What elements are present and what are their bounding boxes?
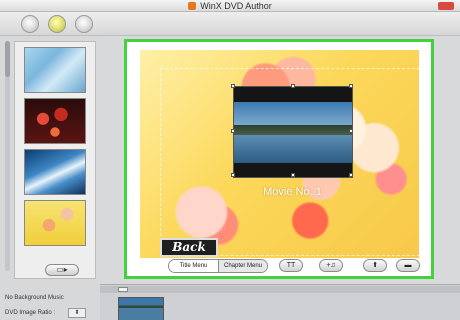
- timeline-slider[interactable]: [118, 287, 128, 292]
- add-music-button[interactable]: +♫: [319, 259, 343, 272]
- top-toolbar: [0, 12, 460, 36]
- thumbnail-background-yellow-flowers[interactable]: [24, 200, 86, 246]
- close-button[interactable]: [438, 2, 454, 10]
- resize-handle[interactable]: [349, 173, 353, 177]
- up-arrow-button[interactable]: ⬆: [363, 259, 387, 272]
- thumbnail-panel: ▭▸: [14, 41, 96, 279]
- round-button-3[interactable]: [75, 15, 93, 33]
- resize-handle[interactable]: [231, 84, 235, 88]
- resize-handle[interactable]: [291, 173, 295, 177]
- window-title-text: WinX DVD Author: [200, 1, 272, 11]
- resize-handle[interactable]: [231, 129, 235, 133]
- video-water: [234, 135, 352, 163]
- resize-handle[interactable]: [291, 84, 295, 88]
- movie-title-text[interactable]: Movie No. 1: [140, 186, 445, 198]
- video-preview[interactable]: [231, 84, 353, 178]
- menu-tab-group: Title Menu Chapter Menu: [168, 259, 268, 273]
- thumbnail-background-light-blue[interactable]: [24, 47, 86, 93]
- add-background-button[interactable]: ▭▸: [45, 264, 79, 276]
- app-icon: [188, 2, 197, 10]
- image-ratio-stepper[interactable]: ⬍: [68, 308, 86, 318]
- window-title: WinX DVD Author: [0, 0, 460, 12]
- background-music-label: No Background Music: [5, 295, 64, 301]
- thumbnail-background-blue-abstract[interactable]: [24, 149, 86, 195]
- title-bar: WinX DVD Author: [0, 0, 460, 12]
- thumbnail-background-red-flowers[interactable]: [24, 98, 86, 144]
- video-hills: [234, 125, 352, 135]
- tab-title-menu[interactable]: Title Menu: [169, 260, 219, 272]
- sidebar: ▭▸ No Background Music DVD Image Ratio :…: [0, 37, 102, 320]
- resize-handle[interactable]: [349, 84, 353, 88]
- timeline-panel: [100, 284, 460, 320]
- round-button-1[interactable]: [21, 15, 39, 33]
- back-button[interactable]: Back: [160, 238, 218, 257]
- sidebar-scrollbar-thumb[interactable]: [5, 41, 10, 77]
- image-ratio-label: DVD Image Ratio :: [5, 310, 56, 316]
- resize-handle[interactable]: [231, 173, 235, 177]
- menu-background: Movie No. 1 Back: [140, 50, 425, 258]
- menu-toolbar: Title Menu Chapter Menu TT +♫ ⬆ ▬: [141, 259, 420, 274]
- round-button-2[interactable]: [48, 15, 66, 33]
- timeline-bar: [100, 286, 460, 293]
- timeline-clip-thumbnail[interactable]: [118, 297, 164, 320]
- remove-button[interactable]: ▬: [396, 259, 420, 272]
- menu-canvas: Movie No. 1 Back Title Menu Chapter Menu…: [124, 39, 434, 279]
- resize-handle[interactable]: [349, 129, 353, 133]
- tab-chapter-menu[interactable]: Chapter Menu: [219, 260, 267, 272]
- add-text-button[interactable]: TT: [279, 259, 303, 272]
